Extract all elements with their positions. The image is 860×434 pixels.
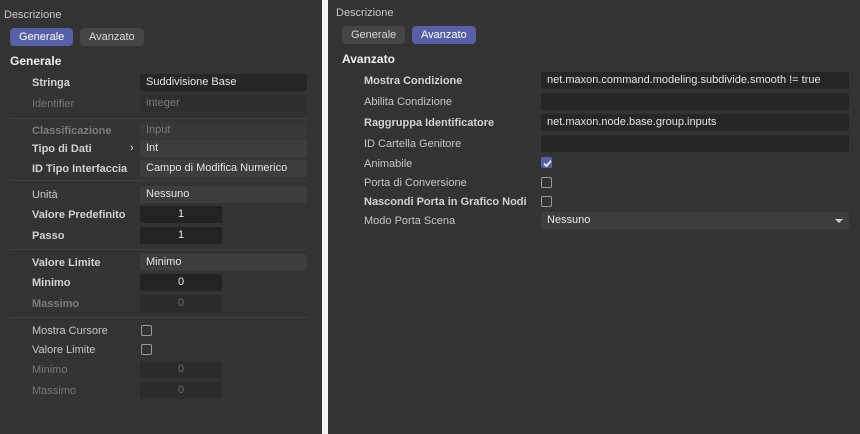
identifier-field: integer <box>140 95 307 112</box>
divider <box>10 118 308 119</box>
tab-avanzato[interactable]: Avanzato <box>412 26 476 44</box>
minimo-2-field: 0 <box>140 361 222 378</box>
section-title: Generale <box>10 54 62 68</box>
checkmark-icon <box>543 160 552 168</box>
tab-generale[interactable]: Generale <box>10 28 74 46</box>
mostra-cursore-label: Mostra Cursore <box>32 325 108 337</box>
valore-predefinito-label: Valore Predefinito <box>32 209 126 221</box>
mostra-cursore-checkbox[interactable] <box>141 325 152 336</box>
abilita-condizione-label: Abilita Condizione <box>364 96 453 108</box>
animabile-checkbox[interactable] <box>541 157 552 168</box>
unita-field[interactable]: Nessuno <box>140 186 307 203</box>
divider <box>10 180 308 181</box>
divider <box>10 317 308 318</box>
panel-title: Descrizione <box>4 9 62 21</box>
nascondi-porta-label: Nascondi Porta in Grafico Nodi <box>364 196 527 208</box>
valore-predefinito-field[interactable]: 1 <box>140 206 222 223</box>
tipo-dati-label: Tipo di Dati <box>32 143 92 155</box>
minimo-field[interactable]: 0 <box>140 274 222 291</box>
unita-label: Unità <box>32 189 58 201</box>
massimo-field: 0 <box>140 295 222 312</box>
nascondi-porta-checkbox[interactable] <box>541 196 552 207</box>
stringa-label: Stringa <box>32 77 70 89</box>
valore-limite-field[interactable]: Minimo <box>140 254 307 271</box>
right-panel: Descrizione Generale Avanzato Avanzato M… <box>328 0 860 434</box>
valore-limite-2-label: Valore Limite <box>32 344 96 356</box>
modo-porta-scena-label: Modo Porta Scena <box>364 215 456 227</box>
modo-porta-scena-dropdown[interactable]: Nessuno <box>541 212 849 229</box>
mostra-condizione-field[interactable]: net.maxon.command.modeling.subdivide.smo… <box>541 72 849 89</box>
raggruppa-identificatore-label: Raggruppa Identificatore <box>364 117 495 129</box>
modo-porta-scena-value: Nessuno <box>547 214 591 226</box>
mostra-condizione-label: Mostra Condizione <box>364 75 463 87</box>
divider <box>10 249 308 250</box>
massimo-2-field: 0 <box>140 382 222 399</box>
abilita-condizione-field[interactable] <box>541 93 849 110</box>
identifier-label: Identifier <box>32 98 75 110</box>
classificazione-field: Input <box>140 122 307 139</box>
raggruppa-identificatore-field[interactable]: net.maxon.node.base.group.inputs <box>541 114 849 131</box>
id-tipo-interfaccia-field[interactable]: Campo di Modifica Numerico <box>140 160 307 177</box>
valore-limite-label: Valore Limite <box>32 257 101 269</box>
chevron-down-icon <box>835 219 843 223</box>
classificazione-label: Classificazione <box>32 125 112 137</box>
passo-field[interactable]: 1 <box>140 227 222 244</box>
porta-conversione-checkbox[interactable] <box>541 177 552 188</box>
id-cartella-genitore-label: ID Cartella Genitore <box>364 138 462 150</box>
section-title: Avanzato <box>342 52 395 66</box>
minimo-label: Minimo <box>32 277 71 289</box>
stringa-field[interactable]: Suddivisione Base <box>140 74 307 91</box>
porta-conversione-label: Porta di Conversione <box>364 177 467 189</box>
tipo-dati-field[interactable]: Int <box>140 140 307 157</box>
chevron-right-icon[interactable]: › <box>130 142 134 154</box>
valore-limite-checkbox[interactable] <box>141 344 152 355</box>
panel-title: Descrizione <box>336 7 394 19</box>
tab-avanzato[interactable]: Avanzato <box>80 28 144 46</box>
id-cartella-genitore-field[interactable] <box>541 135 849 152</box>
massimo-2-label: Massimo <box>32 385 77 397</box>
minimo-2-label: Minimo <box>32 364 68 376</box>
tab-generale[interactable]: Generale <box>342 26 406 44</box>
passo-label: Passo <box>32 230 65 242</box>
massimo-label: Massimo <box>32 298 80 310</box>
animabile-label: Animabile <box>364 158 413 170</box>
id-tipo-interfaccia-label: ID Tipo Interfaccia <box>32 163 128 175</box>
left-panel: Descrizione Generale Avanzato Generale S… <box>0 0 322 434</box>
